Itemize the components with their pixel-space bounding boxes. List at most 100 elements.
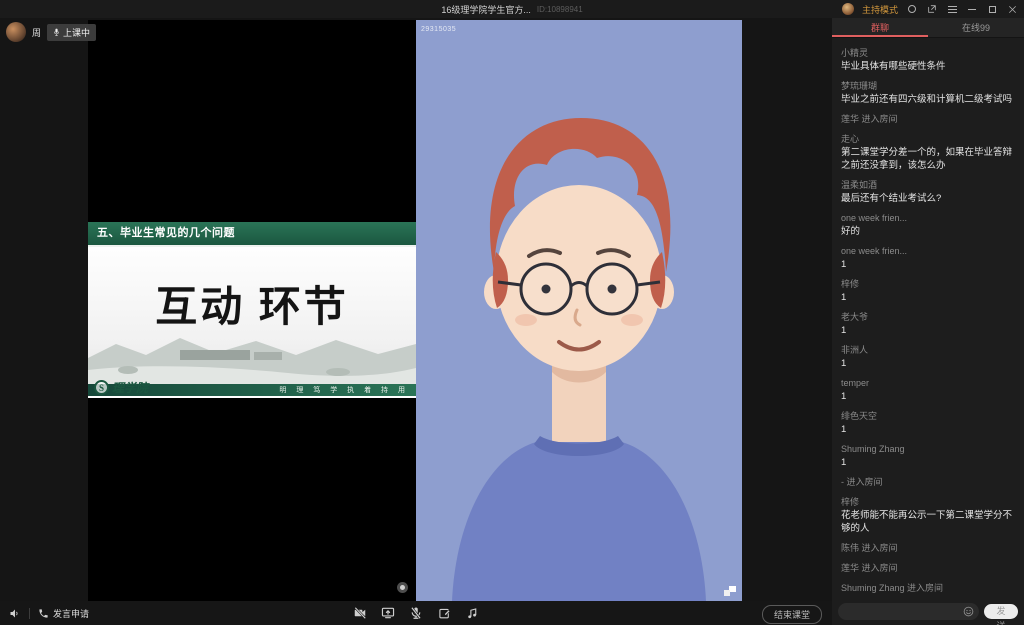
watermark-badge	[397, 582, 408, 593]
chat-message: 小精灵 毕业具体有哪些硬性条件	[841, 47, 1016, 73]
chat-message: 梓修 花老师能不能再公示一下第二课堂学分不够的人	[841, 496, 1016, 535]
school-logo: S 理学院	[94, 379, 148, 396]
school-logo-text: 理学院	[112, 379, 148, 396]
chat-message: temper 1	[841, 377, 1016, 403]
end-class-button[interactable]: 结束课堂	[762, 605, 822, 624]
chat-notice: 莲华 进入房间	[841, 113, 1016, 126]
center-tools	[353, 606, 479, 620]
chat-message: 走心 第二课堂学分差一个的，如果在毕业答辩之前还没拿到，该怎么办	[841, 133, 1016, 172]
chat-message: Shuming Zhang 1	[841, 443, 1016, 469]
chat-message-text: 1	[841, 357, 1016, 370]
edit-board-icon[interactable]	[437, 606, 451, 620]
chat-username: 走心	[841, 133, 1016, 146]
chat-input[interactable]	[846, 607, 963, 617]
room-id: ID:10898941	[537, 5, 583, 14]
toolbar-divider	[29, 608, 30, 619]
chat-tabs: 群聊 在线99	[832, 18, 1024, 38]
chat-username: temper	[841, 377, 1016, 390]
mic-off-icon[interactable]	[409, 606, 423, 620]
settings-icon[interactable]	[906, 3, 918, 15]
speech-request-button[interactable]: 发言申请	[38, 607, 89, 620]
chat-message-text: 毕业具体有哪些硬性条件	[841, 60, 1016, 73]
room-title: 16级理学院学生官方...	[441, 3, 531, 16]
chat-username: Shuming Zhang	[841, 443, 1016, 456]
chat-sidebar: 群聊 在线99 小精灵 毕业具体有哪些硬性条件 梦琉珊瑚 毕业之前还有四六级和计…	[832, 18, 1024, 625]
camera-video-panel[interactable]: 29315035	[416, 20, 742, 601]
chat-notice: 陈伟 进入房间	[841, 542, 1016, 555]
avatar-illustration	[416, 20, 742, 601]
in-class-badge: 上课中	[47, 24, 96, 41]
slide-body: 互动 环节	[88, 247, 416, 384]
chat-message-text: 1	[841, 324, 1016, 337]
chat-message-text: 好的	[841, 225, 1016, 238]
screen-share-icon[interactable]	[381, 606, 395, 620]
stream-id: 29315035	[421, 26, 456, 33]
tab-online-users[interactable]: 在线99	[928, 18, 1024, 37]
chat-message-text: 第二课堂学分差一个的，如果在毕业答辩之前还没拿到，该怎么办	[841, 146, 1016, 172]
watermark-logo	[724, 586, 736, 596]
chat-username: 小精灵	[841, 47, 1016, 60]
chat-list: 小精灵 毕业具体有哪些硬性条件 梦琉珊瑚 毕业之前还有四六级和计算机二级考试吗 …	[832, 39, 1024, 598]
chat-input-wrap	[838, 603, 979, 620]
menu-icon[interactable]	[946, 3, 958, 15]
chat-username: 莲华 进入房间	[841, 113, 1016, 126]
titlebar: 16级理学院学生官方... ID:10898941 主持模式	[0, 0, 1024, 18]
send-button[interactable]: 发送	[984, 604, 1018, 619]
chat-username: 温柔如酒	[841, 179, 1016, 192]
chat-username: 莲华 进入房间	[841, 562, 1016, 575]
slide-header: 五、毕业生常见的几个问题	[88, 222, 416, 247]
camera-off-icon[interactable]	[353, 606, 367, 620]
chat-notice: 莲华 进入房间	[841, 562, 1016, 575]
speech-request-label: 发言申请	[53, 607, 89, 620]
phone-icon	[38, 608, 49, 619]
chat-message-text: 毕业之前还有四六级和计算机二级考试吗	[841, 93, 1016, 106]
chat-username: 绯色天空	[841, 410, 1016, 423]
chat-username: - 进入房间	[841, 476, 1016, 489]
chat-username: 陈伟 进入房间	[841, 542, 1016, 555]
mic-icon	[53, 28, 60, 37]
emoji-icon[interactable]	[963, 606, 974, 617]
chat-username: Shuming Zhang 进入房间	[841, 582, 1016, 595]
chat-message-text: 1	[841, 258, 1016, 271]
chat-message: 非洲人 1	[841, 344, 1016, 370]
music-icon[interactable]	[465, 606, 479, 620]
chat-message-text: 1	[841, 423, 1016, 436]
school-motto: 明 理 笃 学 执 着 持 用	[279, 385, 409, 395]
slide: 五、毕业生常见的几个问题 互动 环节 明 理 笃 学 执 着 持 用 S 理学院	[88, 222, 416, 398]
chat-message: 温柔如酒 最后还有个结业考试么?	[841, 179, 1016, 205]
chat-message: one week frien... 好的	[841, 212, 1016, 238]
school-logo-icon: S	[94, 380, 109, 395]
chat-message: 绯色天空 1	[841, 410, 1016, 436]
presenter-chip: 周 上课中	[6, 22, 96, 42]
chat-message: 梓修 1	[841, 278, 1016, 304]
minimize-icon[interactable]	[966, 3, 978, 15]
chat-username: 梦琉珊瑚	[841, 80, 1016, 93]
chat-notice: - 进入房间	[841, 476, 1016, 489]
popout-icon[interactable]	[926, 3, 938, 15]
speaker-icon[interactable]	[9, 607, 21, 619]
slide-video-panel[interactable]: 五、毕业生常见的几个问题 互动 环节 明 理 笃 学 执 着 持 用 S 理学院	[88, 20, 416, 601]
maximize-icon[interactable]	[986, 3, 998, 15]
chat-message: 梦琉珊瑚 毕业之前还有四六级和计算机二级考试吗	[841, 80, 1016, 106]
in-class-label: 上课中	[63, 26, 90, 39]
slide-title: 互动 环节	[88, 273, 416, 334]
chat-message-text: 花老师能不能再公示一下第二课堂学分不够的人	[841, 509, 1016, 535]
chat-message-text: 1	[841, 291, 1016, 304]
bottom-toolbar: 发言申请 结束课堂	[0, 601, 832, 625]
chat-message-text: 1	[841, 390, 1016, 403]
tab-group-chat[interactable]: 群聊	[832, 18, 928, 37]
chat-username: 非洲人	[841, 344, 1016, 357]
chat-message: one week frien... 1	[841, 245, 1016, 271]
chat-username: one week frien...	[841, 245, 1016, 258]
host-mode-label: 主持模式	[862, 3, 898, 16]
chat-input-bar: 发送	[832, 598, 1024, 625]
presenter-name: 周	[32, 26, 41, 39]
presenter-avatar	[6, 22, 26, 42]
chat-message: 老大爷 1	[841, 311, 1016, 337]
chat-notice: Shuming Zhang 进入房间	[841, 582, 1016, 595]
chat-username: 梓修	[841, 278, 1016, 291]
close-icon[interactable]	[1006, 3, 1018, 15]
window-controls: 主持模式	[842, 0, 1018, 18]
user-avatar[interactable]	[842, 3, 854, 15]
chat-username: one week frien...	[841, 212, 1016, 225]
